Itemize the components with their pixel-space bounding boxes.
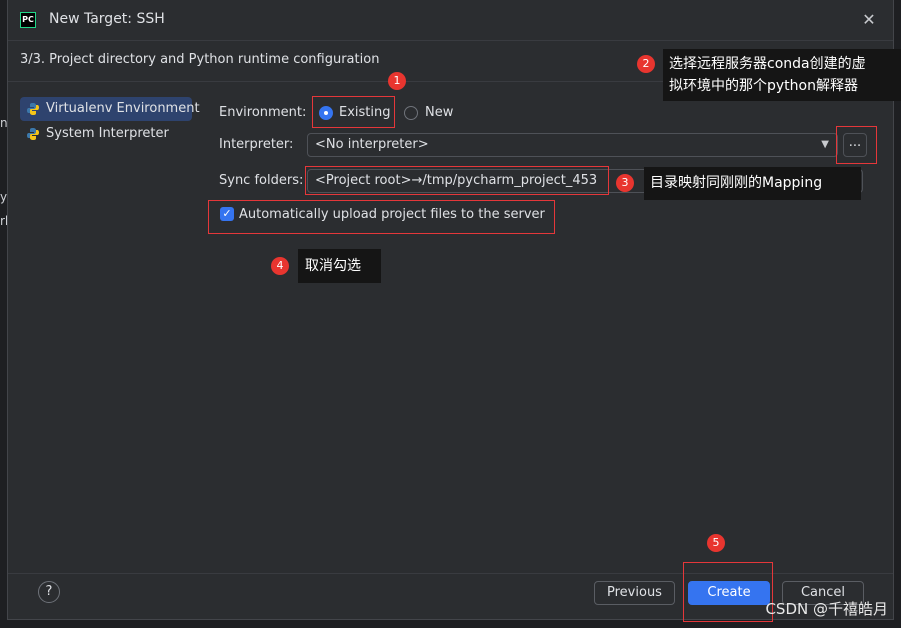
dialog-title: New Target: SSH	[49, 11, 165, 27]
watermark: CSDN @千禧皓月	[765, 600, 888, 618]
close-icon[interactable]: ✕	[859, 10, 879, 30]
annotation-box-existing	[312, 96, 395, 128]
annotation-badge: 4	[271, 257, 289, 275]
previous-button[interactable]: Previous	[594, 581, 675, 605]
chevron-down-icon: ▼	[821, 139, 829, 150]
pycharm-logo-icon: PC	[20, 12, 36, 28]
interpreter-label: Interpreter:	[219, 137, 294, 152]
sidebar-item-label: System Interpreter	[46, 126, 169, 141]
dialog-titlebar: PC New Target: SSH ✕	[8, 0, 893, 40]
step-title: 3/3. Project directory and Python runtim…	[20, 52, 380, 67]
annotation-box-browse	[836, 126, 877, 164]
interpreter-dropdown[interactable]: <No interpreter> ▼	[307, 133, 838, 157]
annotation-box-upload	[208, 200, 555, 234]
environment-label: Environment:	[219, 105, 307, 120]
annotation-note-interpreter: 选择远程服务器conda创建的虚 拟环境中的那个python解释器	[663, 49, 901, 101]
previous-button-label: Previous	[607, 585, 662, 600]
new-radio-label[interactable]: New	[425, 105, 453, 120]
python-icon	[27, 103, 39, 115]
annotation-box-create	[683, 562, 773, 622]
new-radio[interactable]	[404, 106, 418, 120]
interpreter-type-list: Virtualenv Environment System Interprete…	[20, 97, 200, 147]
annotation-note-uncheck: 取消勾选	[298, 249, 381, 283]
annotation-badge: 2	[637, 55, 655, 73]
python-icon	[27, 128, 39, 140]
sidebar-item-system-interpreter[interactable]: System Interpreter	[20, 122, 192, 146]
help-icon[interactable]: ?	[38, 581, 60, 603]
annotation-note-line: 拟环境中的那个python解释器	[669, 78, 858, 94]
annotation-box-sync	[305, 166, 609, 195]
sidebar-item-virtualenv[interactable]: Virtualenv Environment	[20, 97, 200, 121]
annotation-badge: 3	[616, 174, 634, 192]
annotation-note-line: 选择远程服务器conda创建的虚	[669, 56, 866, 72]
sidebar-item-label: Virtualenv Environment	[46, 101, 200, 116]
interpreter-value: <No interpreter>	[315, 137, 429, 152]
sync-folders-label: Sync folders:	[219, 173, 304, 188]
annotation-note-mapping: 目录映射同刚刚的Mapping	[644, 167, 861, 200]
annotation-badge: 5	[707, 534, 725, 552]
divider	[8, 40, 893, 41]
annotation-badge: 1	[388, 72, 406, 90]
